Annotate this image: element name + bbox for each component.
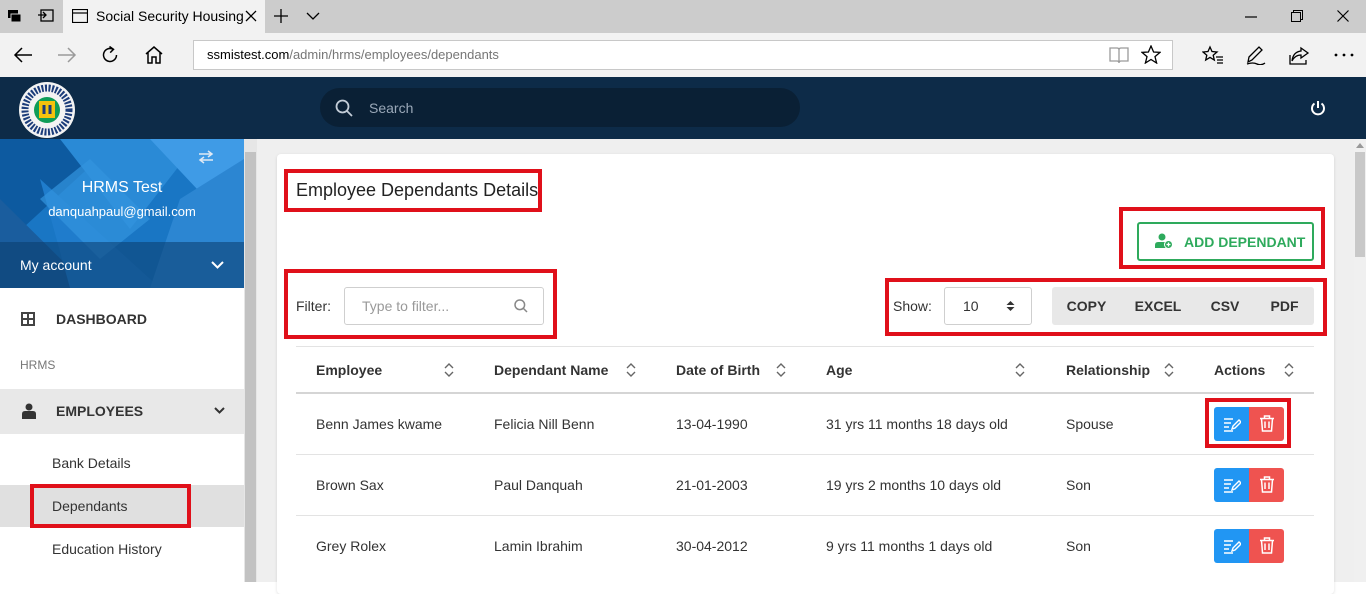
- cell-employee: Grey Rolex: [316, 538, 387, 554]
- col-date-of-birth[interactable]: Date of Birth: [676, 362, 760, 378]
- forward-icon[interactable]: [57, 46, 77, 64]
- highlight-export: [885, 278, 1327, 336]
- cell-age: 9 yrs 11 months 1 days old: [826, 538, 993, 554]
- user-name: HRMS Test: [81, 179, 163, 196]
- close-tab-icon[interactable]: [245, 10, 257, 22]
- sort-icon[interactable]: [1284, 363, 1294, 377]
- cell-employee: Benn James kwame: [316, 416, 443, 432]
- trash-icon[interactable]: [1259, 537, 1275, 554]
- cell-dependant: Lamin Ibrahim: [494, 538, 583, 554]
- col-relationship[interactable]: Relationship: [1066, 362, 1150, 378]
- sort-icon[interactable]: [1015, 363, 1025, 377]
- chevron-down-icon[interactable]: [211, 261, 224, 269]
- page-scroll-thumb[interactable]: [1355, 152, 1365, 257]
- nav-dashboard[interactable]: DASHBOARD: [56, 311, 147, 327]
- share-icon[interactable]: [1289, 45, 1311, 65]
- nav-education-history[interactable]: Education History: [52, 541, 162, 557]
- favorite-star-icon[interactable]: [1141, 45, 1161, 64]
- table-row[interactable]: [296, 394, 1314, 454]
- cell-dependant: Paul Danquah: [494, 477, 583, 493]
- user-email: danquahpaul@gmail.com: [48, 204, 196, 219]
- cell-dob: 30-04-2012: [676, 538, 748, 554]
- my-account-toggle[interactable]: My account: [20, 257, 92, 273]
- table-top-border: [296, 346, 1314, 347]
- new-tab-icon[interactable]: [274, 9, 288, 23]
- col-dependant-name[interactable]: Dependant Name: [494, 362, 608, 378]
- back-icon[interactable]: [13, 46, 33, 64]
- col-age[interactable]: Age: [826, 362, 852, 378]
- switch-arrows-icon[interactable]: [198, 150, 214, 164]
- cell-dependant: Felicia Nill Benn: [494, 416, 595, 432]
- nav-bank-details[interactable]: Bank Details: [52, 455, 131, 471]
- sort-icon[interactable]: [444, 363, 454, 377]
- employee-icon: [22, 403, 36, 419]
- tab-list-icon[interactable]: [8, 9, 22, 23]
- sidebar-scroll-thumb[interactable]: [245, 152, 256, 582]
- cell-relationship: Spouse: [1066, 416, 1114, 432]
- table-row[interactable]: [296, 455, 1314, 515]
- scroll-up-arrow-icon[interactable]: [1356, 142, 1364, 148]
- section-label: HRMS: [20, 358, 56, 372]
- cell-relationship: Son: [1066, 538, 1091, 554]
- search-input[interactable]: Search: [369, 100, 413, 116]
- close-window-icon[interactable]: [1337, 10, 1349, 22]
- url-text[interactable]: ssmistest.com/admin/hrms/employees/depen…: [207, 47, 499, 62]
- highlight-filter: [284, 269, 557, 339]
- search-icon: [335, 99, 353, 117]
- highlight-dependants: [30, 484, 191, 528]
- trash-icon[interactable]: [1259, 476, 1275, 493]
- sort-icon[interactable]: [776, 363, 786, 377]
- power-logout-icon[interactable]: [1310, 100, 1326, 116]
- reading-view-icon[interactable]: [1109, 46, 1129, 64]
- cell-dob: 13-04-1990: [676, 416, 748, 432]
- web-note-pen-icon[interactable]: [1245, 45, 1267, 65]
- sort-icon[interactable]: [626, 363, 636, 377]
- nav-employees[interactable]: EMPLOYEES: [56, 403, 143, 419]
- cell-age: 31 yrs 11 months 18 days old: [826, 416, 1008, 432]
- highlight-actions: [1205, 398, 1291, 448]
- edit-icon[interactable]: [1223, 477, 1241, 493]
- cell-employee: Brown Sax: [316, 477, 384, 493]
- cell-relationship: Son: [1066, 477, 1091, 493]
- highlight-add-button: [1119, 207, 1325, 269]
- restore-icon[interactable]: [1291, 10, 1303, 22]
- tab-preview-chevron-icon[interactable]: [306, 12, 320, 20]
- company-logo[interactable]: [18, 81, 76, 139]
- col-actions[interactable]: Actions: [1214, 362, 1265, 378]
- chevron-down-icon[interactable]: [214, 407, 225, 414]
- page-icon: [72, 9, 88, 23]
- home-icon[interactable]: [144, 45, 164, 64]
- refresh-icon[interactable]: [100, 45, 120, 65]
- sort-icon[interactable]: [1164, 363, 1174, 377]
- dashboard-icon: [20, 311, 36, 327]
- cell-dob: 21-01-2003: [676, 477, 748, 493]
- col-employee[interactable]: Employee: [316, 362, 382, 378]
- edit-icon[interactable]: [1223, 538, 1241, 554]
- more-options-icon[interactable]: [1334, 53, 1354, 57]
- set-aside-tabs-icon[interactable]: [38, 9, 54, 23]
- tab-title: Social Security Housing: [96, 8, 244, 24]
- highlight-title: [284, 169, 542, 212]
- favorites-hub-icon[interactable]: [1202, 45, 1224, 65]
- cell-age: 19 yrs 2 months 10 days old: [826, 477, 1002, 493]
- minimize-icon[interactable]: [1245, 16, 1257, 18]
- table-row[interactable]: [296, 516, 1314, 576]
